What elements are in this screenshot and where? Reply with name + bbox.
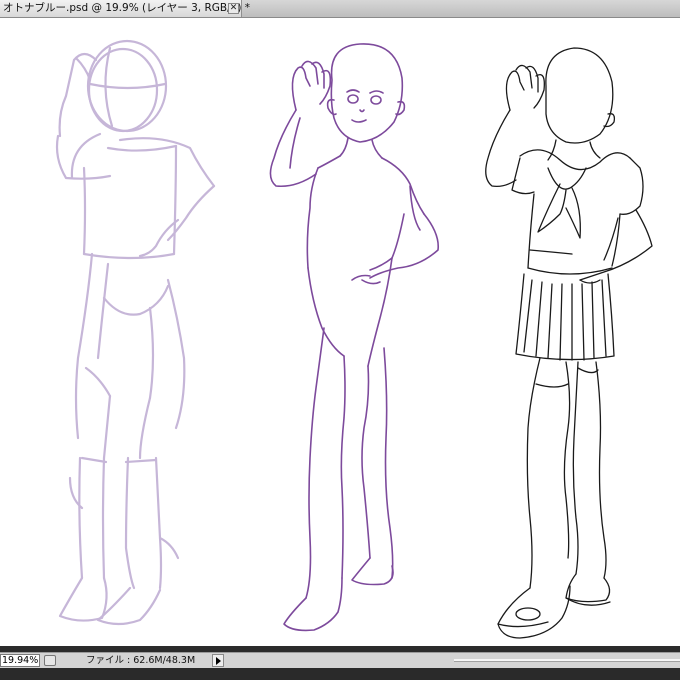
document-tab[interactable]: オトナブルー.psd @ 19.9% (レイヤー 3, RGB/8) * ✕ xyxy=(0,0,250,17)
navigator-icon[interactable] xyxy=(44,655,56,666)
scrollbar-thumb[interactable] xyxy=(454,659,680,662)
drawing-canvas[interactable] xyxy=(0,18,680,646)
status-bar: 19.94% ファイル : 62.6M/48.3M xyxy=(0,652,680,669)
document-tab-bar: オトナブルー.psd @ 19.9% (レイヤー 3, RGB/8) * ✕ xyxy=(0,0,680,18)
status-menu-arrow-icon[interactable] xyxy=(212,654,224,667)
rough-sketch-figure xyxy=(55,39,216,626)
body-lineart-figure xyxy=(269,43,440,632)
window-bottom-edge xyxy=(0,668,680,680)
uniform-lineart-figure xyxy=(485,47,653,639)
zoom-level-field[interactable]: 19.94% xyxy=(0,654,40,667)
document-tab-title: オトナブルー.psd @ 19.9% (レイヤー 3, RGB/8) * xyxy=(3,2,251,14)
close-icon[interactable]: ✕ xyxy=(228,3,239,14)
file-size-info: ファイル : 62.6M/48.3M xyxy=(86,655,196,666)
artwork xyxy=(55,39,653,639)
